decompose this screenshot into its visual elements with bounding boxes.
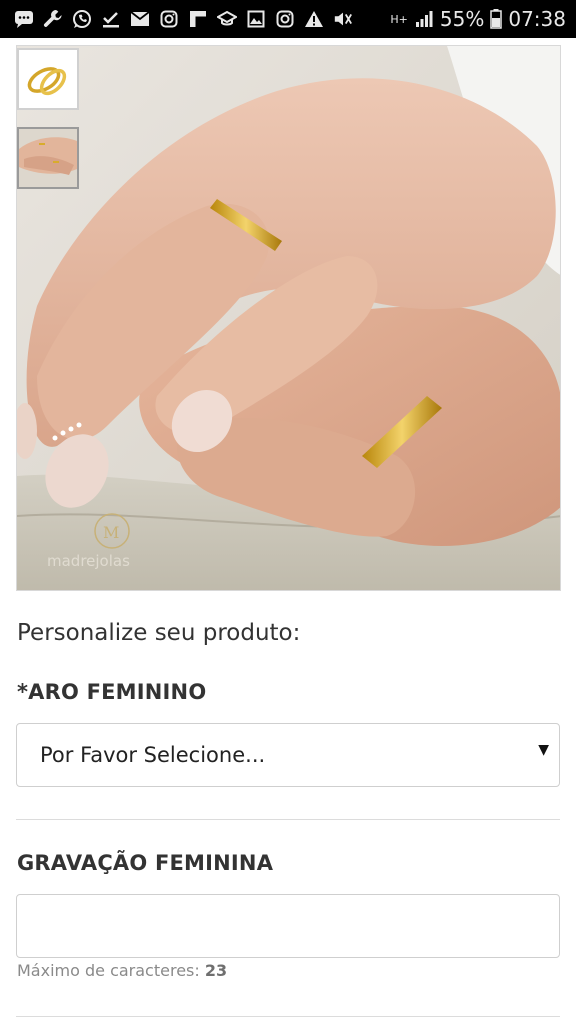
graduation-cap-icon [217, 9, 237, 29]
rings-on-hands-photo: M madrejolas [17, 46, 560, 590]
status-bar: H+ 55% 07:38 [0, 0, 576, 38]
rings-product-thumb-image [19, 50, 77, 108]
warning-icon [304, 9, 324, 29]
message-icon [14, 9, 34, 29]
thumbnail-rings[interactable] [17, 48, 79, 110]
flipboard-icon [188, 9, 208, 29]
thumbnail-hands[interactable] [17, 127, 79, 189]
divider [16, 1016, 560, 1017]
divider [16, 819, 560, 820]
watermark-text: madrejolas [47, 552, 130, 570]
clock: 07:38 [508, 7, 566, 31]
signal-icon [414, 9, 434, 29]
rings-on-hands-thumb-image [19, 129, 77, 187]
aro-feminino-selected: Por Favor Selecione... [40, 743, 266, 767]
svg-text:M: M [103, 523, 119, 542]
max-characters-label: Máximo de caracteres: [17, 961, 200, 980]
status-right: H+ 55% 07:38 [390, 7, 566, 31]
download-done-icon [101, 9, 121, 29]
battery-icon [490, 9, 503, 29]
mail-icon [130, 9, 150, 29]
instagram-icon [275, 9, 295, 29]
section-title: Personalize seu produto: [17, 620, 301, 646]
wrench-icon [43, 9, 63, 29]
aro-feminino-select[interactable]: Por Favor Selecione... ▼ [16, 723, 560, 787]
instagram-icon [159, 9, 179, 29]
max-characters-hint: Máximo de caracteres: 23 [17, 961, 227, 980]
image-icon [246, 9, 266, 29]
gravacao-feminina-input[interactable] [16, 894, 560, 958]
aro-feminino-label: *ARO FEMININO [17, 680, 207, 704]
mute-icon [333, 9, 353, 29]
gravacao-feminina-label: GRAVAÇÃO FEMININA [17, 851, 274, 875]
network-type: H+ [390, 12, 408, 26]
notification-icons [14, 9, 390, 29]
dropdown-arrow-icon: ▼ [538, 742, 549, 758]
battery-percent: 55% [439, 7, 485, 31]
max-characters-value: 23 [204, 961, 228, 980]
product-image[interactable]: M madrejolas [16, 45, 561, 591]
whatsapp-icon [72, 9, 92, 29]
